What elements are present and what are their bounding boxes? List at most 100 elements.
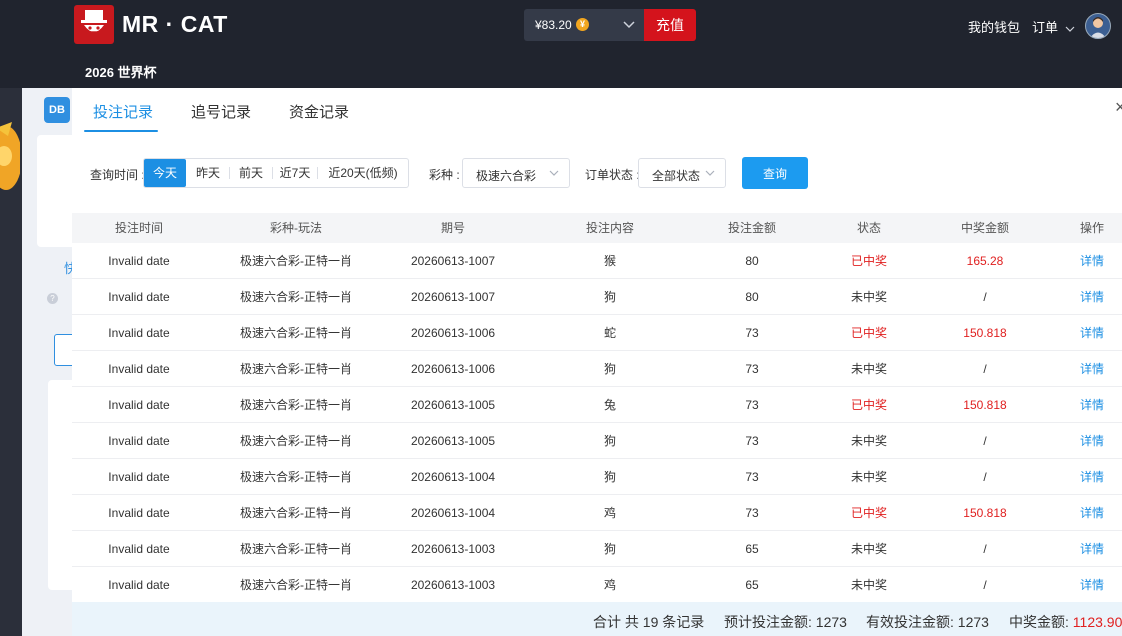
balance-amount: ¥83.20 <box>535 18 572 32</box>
cell-issue: 20260613-1003 <box>410 578 496 592</box>
cell-game-play: 极速六合彩-正特一肖 <box>240 254 352 268</box>
table-row: Invalid date 极速六合彩-正特一肖 20260613-1005 狗 73 未中… <box>72 423 1122 459</box>
detail-link[interactable]: 详情 <box>1080 351 1104 387</box>
avatar[interactable] <box>1085 13 1111 39</box>
table-row: Invalid date 极速六合彩-正特一肖 20260613-1006 狗 73 未中… <box>72 351 1122 387</box>
cell-issue: 20260613-1004 <box>410 470 496 484</box>
cell-bet-content: 鸡 <box>603 506 617 520</box>
table-row: Invalid date 极速六合彩-正特一肖 20260613-1003 狗 65 未中… <box>72 531 1122 567</box>
cell-bet-content: 狗 <box>603 434 617 448</box>
detail-link[interactable]: 详情 <box>1080 459 1104 495</box>
cell-status: 未中奖 <box>850 470 888 484</box>
table-row: Invalid date 极速六合彩-正特一肖 20260613-1005 兔 73 已中… <box>72 387 1122 423</box>
time-option-day-before[interactable]: 前天 <box>230 159 272 187</box>
cell-game-play: 极速六合彩-正特一肖 <box>240 398 352 412</box>
cell-win-amount: / <box>983 578 987 592</box>
cell-bet-time: Invalid date <box>108 542 170 556</box>
cell-bet-time: Invalid date <box>108 290 170 304</box>
cell-win-amount: 150.818 <box>963 506 1007 520</box>
tab-bet-records[interactable]: 投注记录 <box>93 101 153 122</box>
record-tabs: 投注记录 追号记录 资金记录 × <box>72 88 1122 132</box>
cell-win-amount: 150.818 <box>963 326 1007 340</box>
cell-game-play: 极速六合彩-正特一肖 <box>240 434 352 448</box>
detail-link[interactable]: 详情 <box>1080 567 1104 603</box>
help-icon[interactable]: ? <box>47 293 58 304</box>
status-select[interactable]: 全部状态 <box>638 158 726 188</box>
chevron-down-icon <box>705 170 715 176</box>
cell-bet-time: Invalid date <box>108 434 170 448</box>
summary-bar: 合计 共 19 条记录 预计投注金额: 1273 有效投注金额: 1273 中奖… <box>72 602 1122 636</box>
cell-bet-time: Invalid date <box>108 254 170 268</box>
my-wallet-link[interactable]: 我的钱包 <box>968 17 1020 36</box>
column-header: 投注金额 <box>727 221 777 235</box>
column-header: 期号 <box>440 221 466 235</box>
status-select-value: 全部状态 <box>652 169 701 183</box>
lottery-select[interactable]: 极速六合彩 <box>462 158 570 188</box>
cell-win-amount: 150.818 <box>963 398 1007 412</box>
cell-bet-amount: 65 <box>745 578 759 592</box>
detail-link[interactable]: 详情 <box>1080 495 1104 531</box>
summary-win: 中奖金额: 1123.904 <box>1009 612 1122 632</box>
chevron-down-icon <box>623 21 635 29</box>
cell-bet-time: Invalid date <box>108 398 170 412</box>
close-icon[interactable]: × <box>1115 97 1122 118</box>
cell-game-play: 极速六合彩-正特一肖 <box>240 470 352 484</box>
column-header: 操作 <box>1079 221 1105 235</box>
cell-bet-amount: 65 <box>745 542 759 556</box>
cell-status: 未中奖 <box>850 362 888 376</box>
detail-link[interactable]: 详情 <box>1080 531 1104 567</box>
active-tab-indicator <box>84 130 158 132</box>
column-header: 投注内容 <box>585 221 635 235</box>
chevron-down-icon <box>549 170 559 176</box>
cell-bet-time: Invalid date <box>108 326 170 340</box>
summary-expected-value: 1273 <box>815 614 847 630</box>
detail-link[interactable]: 详情 <box>1080 423 1104 459</box>
cell-status: 已中奖 <box>850 398 888 412</box>
cell-status: 已中奖 <box>850 326 888 340</box>
cell-issue: 20260613-1004 <box>410 506 496 520</box>
cell-game-play: 极速六合彩-正特一肖 <box>240 290 352 304</box>
table-row: Invalid date 极速六合彩-正特一肖 20260613-1006 蛇 73 已中… <box>72 315 1122 351</box>
detail-link[interactable]: 详情 <box>1080 243 1104 279</box>
orders-label: 订单 <box>1032 20 1059 35</box>
nav-world-cup[interactable]: 2026 世界杯 <box>85 62 157 81</box>
time-range-selector: 今天 昨天 前天 近7天 近20天(低频) <box>143 158 409 188</box>
background-card <box>37 135 77 247</box>
cell-status: 未中奖 <box>850 290 888 304</box>
db-logo-icon: DB <box>44 97 70 123</box>
detail-link[interactable]: 详情 <box>1080 315 1104 351</box>
detail-link[interactable]: 详情 <box>1080 279 1104 315</box>
tab-fund-records[interactable]: 资金记录 <box>289 101 349 122</box>
time-option-today[interactable]: 今天 <box>144 159 186 187</box>
lottery-filter-label: 彩种 : <box>429 168 460 182</box>
balance-dropdown[interactable]: ¥83.20 ¥ <box>524 9 644 41</box>
tab-chase-records[interactable]: 追号记录 <box>191 101 251 122</box>
cell-win-amount: / <box>983 470 987 484</box>
cell-issue: 20260613-1005 <box>410 398 496 412</box>
detail-link[interactable]: 详情 <box>1080 387 1104 423</box>
cell-status: 已中奖 <box>850 506 888 520</box>
column-header: 状态 <box>856 221 882 235</box>
cell-win-amount: / <box>983 290 987 304</box>
cell-bet-amount: 73 <box>745 470 759 484</box>
brand-name[interactable]: MR · CAT <box>122 11 228 38</box>
cell-game-play: 极速六合彩-正特一肖 <box>240 326 352 340</box>
cell-bet-content: 狗 <box>603 542 617 556</box>
mascot-icon <box>0 122 20 190</box>
column-header: 中奖金额 <box>960 221 1010 235</box>
cell-bet-content: 狗 <box>603 470 617 484</box>
recharge-button[interactable]: 充值 <box>644 9 696 41</box>
coin-icon: ¥ <box>576 18 589 31</box>
logo-icon[interactable] <box>74 5 114 44</box>
table-row: Invalid date 极速六合彩-正特一肖 20260613-1003 鸡 65 未中… <box>72 567 1122 603</box>
summary-total: 合计 共 19 条记录 <box>593 614 705 630</box>
query-button[interactable]: 查询 <box>742 157 808 189</box>
time-option-7-days[interactable]: 近7天 <box>273 159 317 187</box>
cell-bet-content: 猴 <box>603 254 617 268</box>
time-option-yesterday[interactable]: 昨天 <box>187 159 229 187</box>
cell-bet-content: 鸡 <box>603 578 617 592</box>
time-filter-label: 查询时间 : <box>90 168 145 182</box>
cell-status: 未中奖 <box>850 542 888 556</box>
orders-menu[interactable]: 订单 <box>1032 17 1075 36</box>
time-option-20-days[interactable]: 近20天(低频) <box>318 159 408 187</box>
